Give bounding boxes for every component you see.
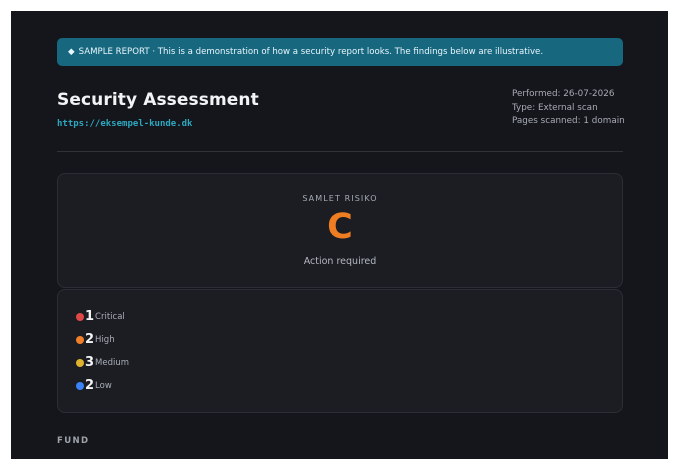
low-label: Low	[95, 381, 112, 391]
scan-meta: Performed: 26-07-2026 Type: External sca…	[512, 88, 625, 129]
report-page: ◆ SAMPLE REPORT · This is a demonstration…	[11, 11, 668, 459]
sample-report-banner: ◆ SAMPLE REPORT · This is a demonstration…	[57, 38, 623, 66]
low-dot-icon	[76, 382, 84, 390]
medium-dot-icon	[76, 359, 84, 367]
performed-date: Performed: 26-07-2026	[512, 89, 615, 99]
high-count: 2	[85, 332, 95, 347]
findings-section-heading: FUND	[57, 436, 90, 446]
severity-row-medium: 3 Medium	[76, 355, 129, 371]
severity-row-critical: 1 Critical	[76, 309, 125, 325]
header-divider	[57, 151, 623, 152]
severity-row-high: 2 High	[76, 332, 115, 348]
critical-count: 1	[85, 309, 95, 324]
pages-scanned: Pages scanned: 1 domain	[512, 116, 625, 126]
page-title: Security Assessment	[57, 90, 259, 110]
low-count: 2	[85, 378, 95, 393]
risk-grade: C	[327, 207, 353, 247]
banner-text: SAMPLE REPORT · This is a demonstration …	[78, 47, 544, 57]
high-label: High	[95, 335, 115, 345]
medium-count: 3	[85, 355, 95, 370]
diamond-icon: ◆	[68, 47, 75, 57]
critical-dot-icon	[76, 313, 84, 321]
medium-label: Medium	[95, 358, 130, 368]
high-dot-icon	[76, 336, 84, 344]
risk-status: Action required	[303, 256, 377, 267]
scan-type: Type: External scan	[512, 102, 598, 113]
overall-risk-panel: SAMLET RISIKO C Action required	[57, 173, 623, 288]
critical-label: Critical	[95, 312, 125, 322]
overall-risk-label: SAMLET RISIKO	[302, 194, 378, 203]
target-url-link[interactable]: https://eksempel-kunde.dk	[57, 119, 192, 129]
severity-counts-panel: 1 Critical 2 High 3 Medium 2 Low	[57, 289, 623, 413]
severity-row-low: 2 Low	[76, 378, 112, 394]
